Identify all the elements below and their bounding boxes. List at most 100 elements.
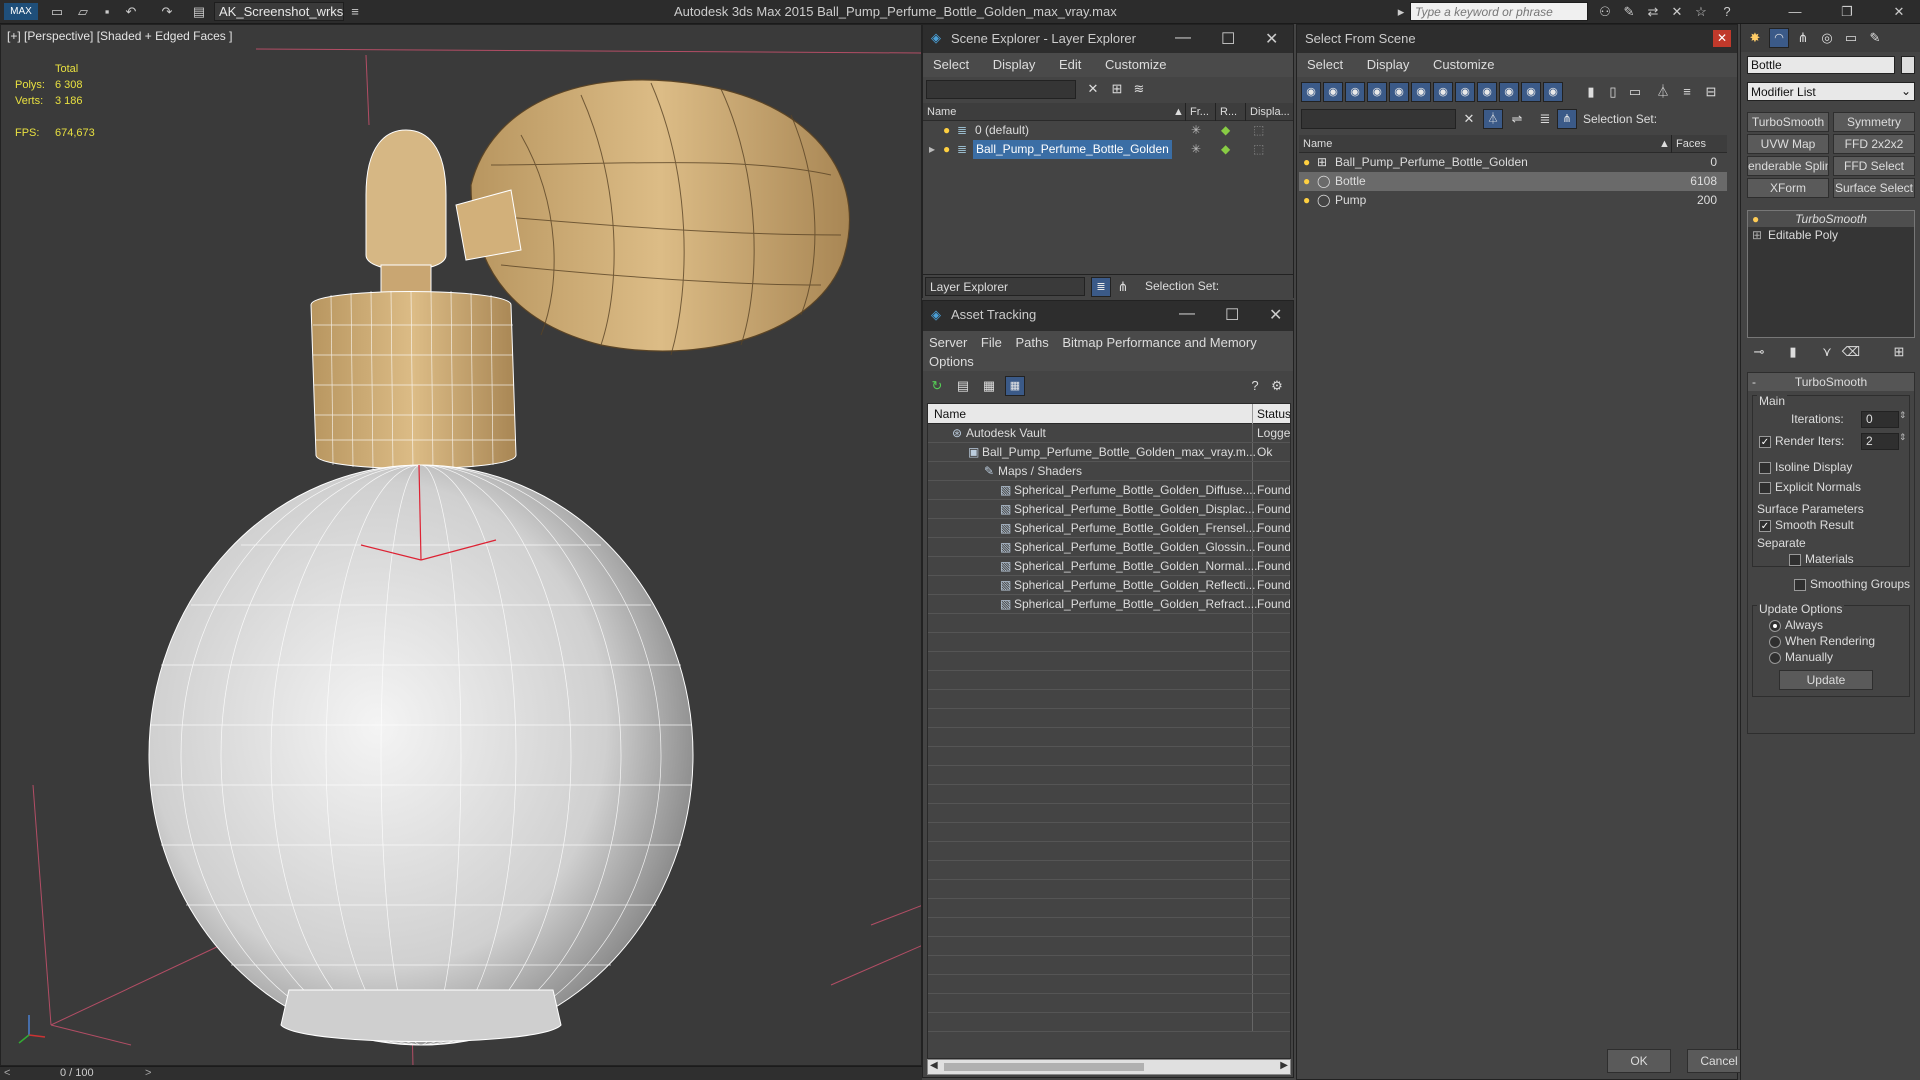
object-row[interactable]: ● ⊞ Ball_Pump_Perfume_Bottle_Golden 0 [1299,153,1727,172]
menu-paths[interactable]: Paths [1016,335,1049,350]
asset-row[interactable] [928,1013,1290,1032]
star-icon[interactable]: ☆ [1692,3,1710,20]
new-file-icon[interactable]: ▭ [48,3,66,20]
open-file-icon[interactable]: ▱ [74,3,92,20]
modifier-turbosmooth-button[interactable]: TurboSmooth [1747,112,1829,132]
col-display[interactable]: Displa... [1245,103,1290,121]
filter-cameras-icon[interactable]: ◉ [1367,82,1387,102]
minimize-icon[interactable]: — [1175,29,1191,47]
light-bulb-icon[interactable]: ● [943,140,950,159]
asset-row[interactable]: ▧ Spherical_Perfume_Bottle_Golden_Refract… [928,595,1290,614]
exchange-icon[interactable]: ⇄ [1644,3,1662,20]
display-all-icon[interactable]: ▯ [1603,82,1623,102]
layer-row-default[interactable]: ● ≣ 0 (default) ✳ ◆ ⬚ [923,121,1293,140]
filter-bones-icon[interactable]: ◉ [1477,82,1497,102]
utilities-tab-icon[interactable]: ✎ [1865,28,1885,48]
settings-icon[interactable]: ⚙ [1267,376,1287,396]
asset-row[interactable] [928,690,1290,709]
render-icon[interactable]: ◆ [1221,121,1230,140]
menu-bitmap-performance[interactable]: Bitmap Performance and Memory [1062,335,1256,350]
menu-file[interactable]: File [981,335,1002,350]
col-faces[interactable]: Faces [1671,135,1706,153]
asset-row[interactable]: ▧ Spherical_Perfume_Bottle_Golden_Reflect… [928,576,1290,595]
menu-display[interactable]: Display [993,57,1036,72]
asset-row[interactable]: ▧ Spherical_Perfume_Bottle_Golden_Diffuse… [928,481,1290,500]
layer-tool-icon[interactable]: ≋ [1129,79,1149,99]
filter-frozen-icon[interactable]: ◉ [1521,82,1541,102]
light-bulb-icon[interactable]: ● [1303,153,1310,172]
asset-row[interactable] [928,785,1290,804]
undo-icon[interactable]: ↶ [122,3,140,20]
help-icon[interactable]: ? [1245,376,1265,396]
modifier-ffd-2x2x2-button[interactable]: FFD 2x2x2 [1833,134,1915,154]
menu-customize[interactable]: Customize [1105,57,1166,72]
asset-row[interactable] [928,728,1290,747]
scene-filter-input[interactable] [926,80,1076,99]
modifier-list-dropdown[interactable]: Modifier List ⌄ [1747,82,1915,101]
configure-sets-icon[interactable]: ⊞ [1889,342,1909,362]
filter-geometry-icon[interactable]: ◉ [1301,82,1321,102]
binoculars-icon[interactable]: ⚇ [1596,3,1614,20]
asset-row[interactable]: ▣ Ball_Pump_Perfume_Bottle_Golden_max_vra… [928,443,1290,462]
modifier-renderable-spline-button[interactable]: enderable Splin [1747,156,1829,176]
update-button[interactable]: Update [1779,670,1873,690]
filter-lights-icon[interactable]: ◉ [1345,82,1365,102]
freeze-icon[interactable]: ✳ [1191,140,1201,159]
close-icon[interactable]: ✕ [1890,3,1908,20]
menu-select[interactable]: Select [933,57,969,72]
asset-row[interactable] [928,880,1290,899]
time-slider[interactable]: < 0 / 100 > [0,1066,922,1080]
asset-row[interactable] [928,918,1290,937]
asset-row[interactable] [928,975,1290,994]
scroll-left-icon[interactable]: ◀ [930,1060,938,1071]
filter-groups-icon[interactable]: ◉ [1433,82,1453,102]
hierarchy-icon[interactable]: ⋔ [1113,277,1133,297]
render-iters-checkbox[interactable]: ✓ [1759,436,1771,448]
tools-icon[interactable]: ✎ [1620,3,1638,20]
sort-icon[interactable]: ▲ [1173,103,1184,121]
light-bulb-icon[interactable]: ● [943,121,950,140]
table-view-icon[interactable]: ▦ [1005,376,1025,396]
thumbnail-view-icon[interactable]: ▦ [979,376,999,396]
filter-helpers-icon[interactable]: ◉ [1389,82,1409,102]
asset-row[interactable] [928,614,1290,633]
asset-row[interactable] [928,899,1290,918]
asset-tracking-titlebar[interactable]: ◈ Asset Tracking — ☐ ✕ [923,301,1293,331]
light-bulb-icon[interactable]: ● [1303,172,1310,191]
always-radio[interactable] [1769,620,1781,632]
when-rendering-radio[interactable] [1769,636,1781,648]
asset-row[interactable]: ✎ Maps / Shaders [928,462,1290,481]
scroll-thumb[interactable] [944,1063,1144,1071]
filter-icon[interactable]: ⊞ [1107,79,1127,99]
asset-row[interactable]: ▧ Spherical_Perfume_Bottle_Golden_Normal.… [928,557,1290,576]
layer-row-bottle[interactable]: ▸ ● ≣ Ball_Pump_Perfume_Bottle_Golden ✳ … [923,140,1293,159]
col-name[interactable]: Name [1303,135,1332,153]
menu-options[interactable]: Options [929,354,974,369]
clear-find-icon[interactable]: ✕ [1459,109,1479,129]
smooth-result-checkbox[interactable]: ✓ [1759,520,1771,532]
create-tab-icon[interactable]: ✸ [1745,28,1765,48]
asset-row[interactable] [928,994,1290,1013]
layers-icon[interactable]: ≣ [1091,277,1111,297]
save-icon[interactable]: ▪ [98,3,116,20]
manually-radio[interactable] [1769,652,1781,664]
materials-checkbox[interactable] [1789,554,1801,566]
minimize-icon[interactable]: — [1786,3,1804,20]
col-render[interactable]: R... [1215,103,1237,121]
render-icon[interactable]: ◆ [1221,140,1230,159]
invert-icon[interactable]: ⇌ [1507,109,1527,129]
make-unique-icon[interactable]: ⋎ [1817,342,1837,362]
select-scene-titlebar[interactable]: Select From Scene ✕ [1297,25,1737,53]
pin-stack-icon[interactable]: ⊸ [1749,342,1769,362]
restore-icon[interactable]: ❐ [1838,3,1856,20]
asset-row[interactable] [928,861,1290,880]
filter-icon[interactable]: ⏃ [1653,82,1673,102]
display-none-icon[interactable]: ▭ [1625,82,1645,102]
redo-icon[interactable]: ↷ [158,3,176,20]
asset-row[interactable] [928,804,1290,823]
remove-modifier-icon[interactable]: ⌫ [1841,342,1861,362]
asset-hscrollbar[interactable]: ◀ ▶ [927,1059,1291,1075]
hierarchy-icon[interactable]: ⋔ [1557,109,1577,129]
ok-button[interactable]: OK [1607,1049,1671,1073]
minimize-icon[interactable]: — [1179,305,1195,323]
